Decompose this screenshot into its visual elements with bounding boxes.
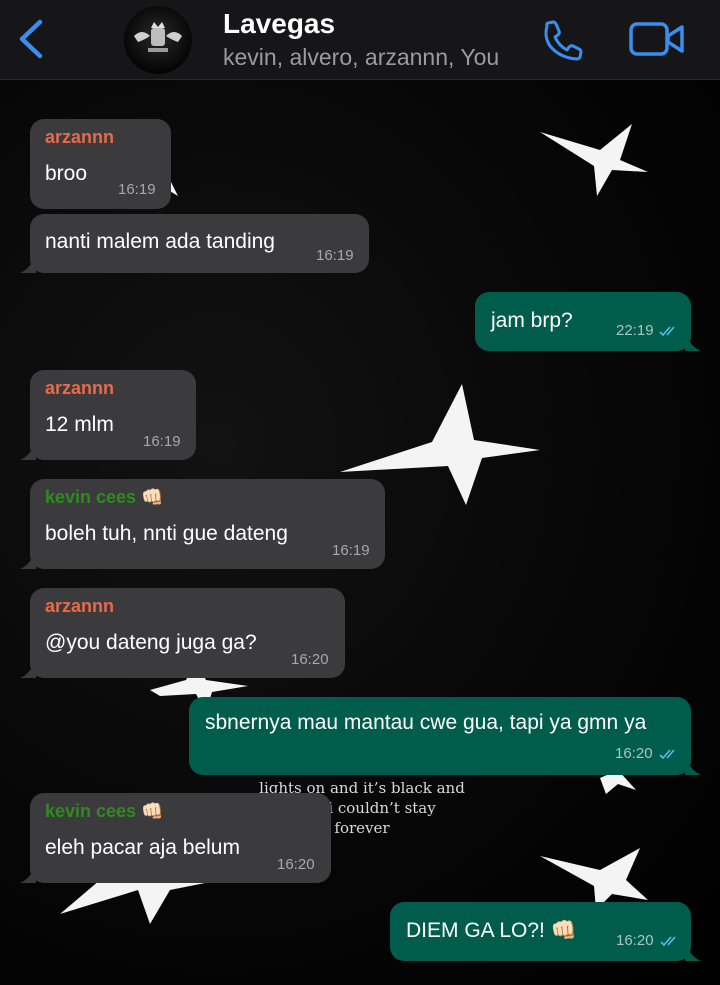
message-text: sbnernya mau mantau cwe gua, tapi ya gmn… bbox=[205, 711, 647, 734]
message-time: 16:19 bbox=[316, 247, 354, 264]
message-sender: kevin cees 👊🏻 bbox=[45, 801, 164, 821]
bubble-tail-icon bbox=[20, 442, 36, 460]
read-receipt-icon bbox=[660, 936, 676, 947]
video-camera-icon bbox=[629, 22, 684, 56]
message-text: eleh pacar aja belum bbox=[45, 836, 240, 859]
crown-wings-emblem-icon bbox=[134, 22, 182, 52]
message-sender: arzannn bbox=[45, 127, 115, 147]
bubble-tail-icon bbox=[685, 943, 701, 961]
back-button[interactable] bbox=[14, 16, 50, 62]
message-bubble[interactable]: DIEM GA LO?! 👊🏻 16:20 bbox=[390, 902, 701, 961]
message-time: 22:19 bbox=[616, 322, 654, 339]
message-bubble[interactable]: arzannn broo 16:19 bbox=[30, 119, 171, 209]
video-call-button[interactable] bbox=[628, 20, 688, 60]
chat-title[interactable]: Lavegas bbox=[223, 8, 335, 40]
message-sender: kevin cees 👊🏻 bbox=[45, 487, 164, 507]
group-avatar[interactable] bbox=[124, 6, 192, 74]
message-bubble[interactable]: kevin cees 👊🏻 boleh tuh, nnti gue dateng… bbox=[20, 479, 385, 569]
message-bubble[interactable]: nanti malem ada tanding 16:19 bbox=[20, 214, 369, 273]
bubble-tail-icon bbox=[20, 255, 36, 273]
message-time: 16:19 bbox=[143, 433, 181, 450]
message-time: 16:20 bbox=[277, 856, 315, 873]
read-receipt-icon bbox=[659, 326, 675, 337]
read-receipt-icon bbox=[659, 749, 675, 760]
message-time: 16:20 bbox=[616, 932, 654, 949]
message-text: nanti malem ada tanding bbox=[45, 230, 275, 253]
voice-call-button[interactable] bbox=[538, 18, 584, 64]
chat-header: Lavegas kevin, alvero, arzannn, You bbox=[0, 0, 720, 80]
message-bubble[interactable]: sbnernya mau mantau cwe gua, tapi ya gmn… bbox=[189, 697, 701, 775]
message-time: 16:19 bbox=[332, 542, 370, 559]
star-icon bbox=[540, 848, 648, 910]
message-time: 16:20 bbox=[615, 745, 653, 762]
message-time: 16:20 bbox=[291, 651, 329, 668]
bubble-tail-icon bbox=[20, 551, 36, 569]
phone-icon bbox=[544, 20, 583, 61]
message-sender: arzannn bbox=[45, 596, 115, 616]
message-bubble[interactable]: arzannn 12 mlm 16:19 bbox=[20, 370, 196, 460]
message-text: broo bbox=[45, 162, 88, 185]
bubble-tail-icon bbox=[20, 660, 36, 678]
message-text: boleh tuh, nnti gue dateng bbox=[45, 522, 288, 545]
message-bubble[interactable]: arzannn @you dateng juga ga? 16:20 bbox=[20, 588, 345, 678]
message-bubble[interactable]: kevin cees 👊🏻 eleh pacar aja belum 16:20 bbox=[20, 793, 331, 883]
message-text: jam brp? bbox=[491, 309, 573, 332]
bubble-tail-icon bbox=[685, 757, 701, 775]
message-text: @you dateng juga ga? bbox=[45, 631, 257, 654]
chat-members[interactable]: kevin, alvero, arzannn, You bbox=[223, 44, 499, 71]
bubble-tail-icon bbox=[20, 865, 36, 883]
message-text: DIEM GA LO?! 👊🏻 bbox=[406, 919, 577, 942]
chevron-left-icon bbox=[19, 19, 43, 59]
message-text: 12 mlm bbox=[45, 413, 114, 436]
message-time: 16:19 bbox=[118, 181, 156, 198]
message-bubble[interactable]: jam brp? 22:19 bbox=[475, 292, 701, 351]
bubble-tail-icon bbox=[685, 333, 701, 351]
message-sender: arzannn bbox=[45, 378, 115, 398]
star-icon bbox=[540, 124, 648, 196]
